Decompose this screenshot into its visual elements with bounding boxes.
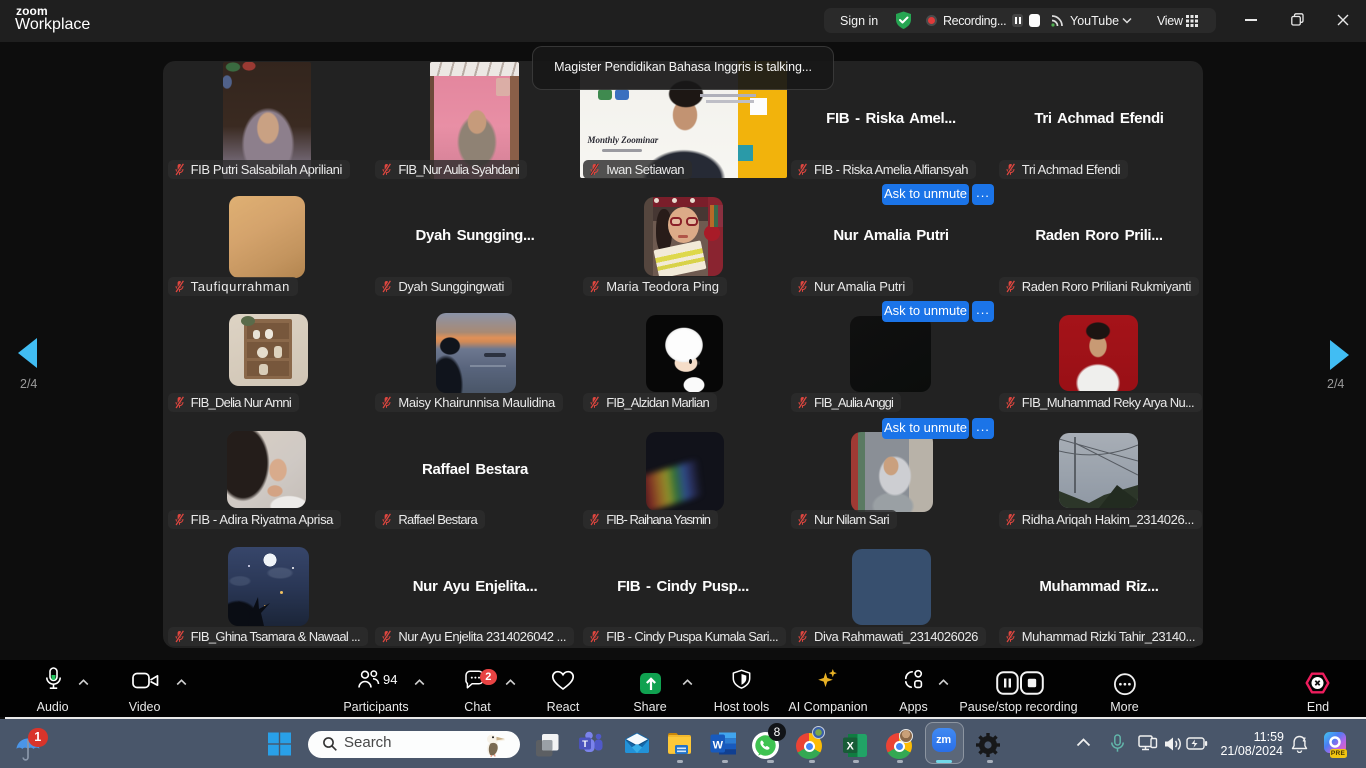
svg-text:X: X xyxy=(847,741,855,753)
svg-text:T: T xyxy=(582,739,588,750)
svg-text:z: z xyxy=(1303,737,1307,744)
svg-text:W: W xyxy=(713,739,724,751)
